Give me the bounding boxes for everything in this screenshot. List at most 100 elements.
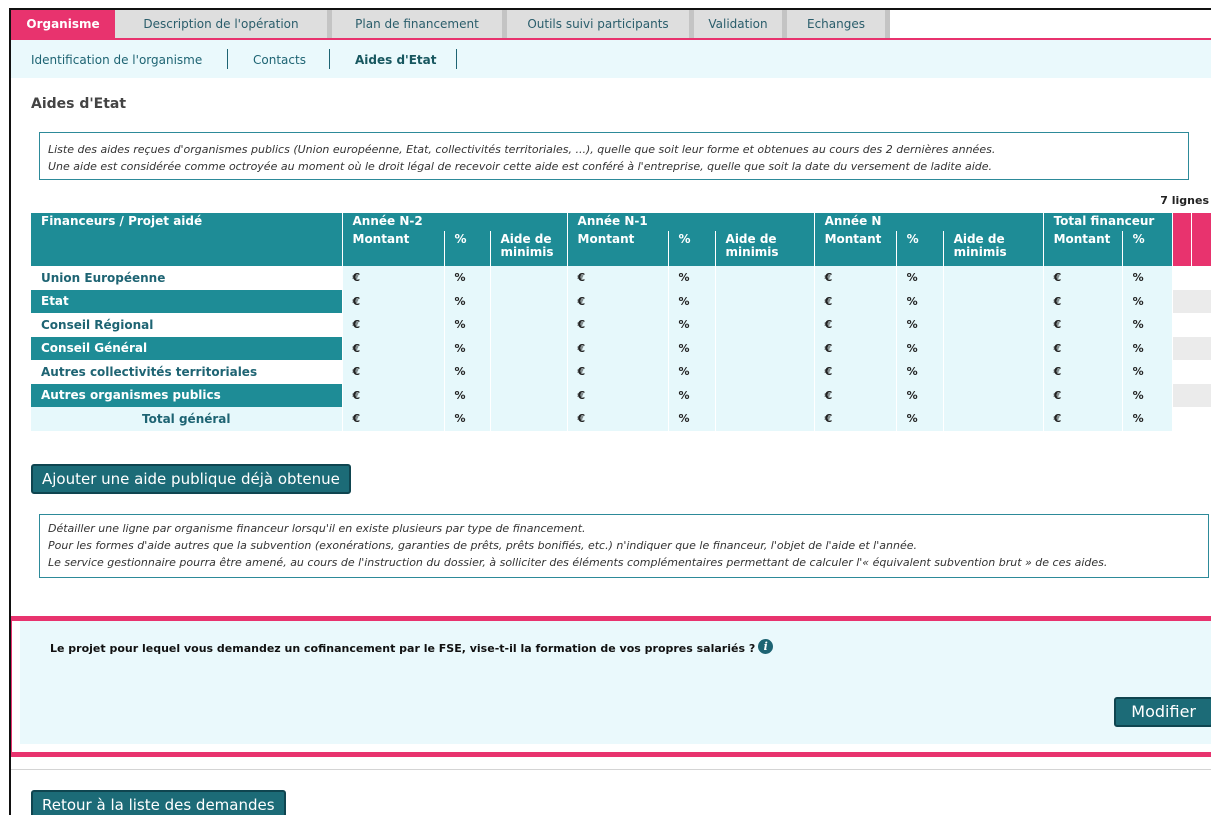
percent-cell[interactable]: % bbox=[668, 336, 716, 360]
amount-cell[interactable]: € bbox=[342, 336, 445, 360]
percent-cell[interactable]: % bbox=[668, 383, 716, 407]
percent-cell[interactable]: % bbox=[1122, 313, 1173, 337]
subnav-identification[interactable]: Identification de l'organisme bbox=[31, 50, 202, 70]
detail-line-2: Pour les formes d'aide autres que la sub… bbox=[48, 539, 917, 552]
minimis-cell[interactable] bbox=[943, 313, 1044, 337]
percent-cell[interactable]: % bbox=[896, 383, 944, 407]
minimis-cell[interactable] bbox=[943, 336, 1044, 360]
action-cell[interactable] bbox=[1172, 266, 1211, 290]
percent-cell[interactable]: % bbox=[896, 313, 944, 337]
action-cell[interactable] bbox=[1172, 289, 1211, 313]
fse-question-text: Le projet pour lequel vous demandez un c… bbox=[50, 642, 756, 655]
minimis-cell[interactable] bbox=[490, 336, 568, 360]
aid-table-body: Union Européenne €% €% €% €% Etat €% €% €% €% Cons… bbox=[31, 266, 1211, 431]
tab-organisme[interactable]: Organisme bbox=[11, 10, 115, 39]
percent-cell[interactable]: % bbox=[1122, 289, 1173, 313]
minimis-cell[interactable] bbox=[490, 313, 568, 337]
percent-cell[interactable]: % bbox=[1122, 360, 1173, 384]
percent-cell[interactable]: % bbox=[444, 383, 491, 407]
minimis-cell[interactable] bbox=[943, 360, 1044, 384]
percent-cell[interactable]: % bbox=[896, 407, 944, 431]
amount-cell[interactable]: € bbox=[567, 336, 669, 360]
minimis-cell[interactable] bbox=[715, 407, 815, 431]
minimis-cell[interactable] bbox=[490, 360, 568, 384]
back-to-requests-button[interactable]: Retour à la liste des demandes bbox=[31, 790, 286, 815]
amount-cell[interactable]: € bbox=[1043, 289, 1123, 313]
amount-cell[interactable]: € bbox=[814, 266, 897, 290]
percent-cell[interactable]: % bbox=[444, 313, 491, 337]
amount-cell[interactable]: € bbox=[1043, 383, 1123, 407]
amount-cell[interactable]: € bbox=[567, 407, 669, 431]
percent-cell[interactable]: % bbox=[1122, 336, 1173, 360]
amount-cell[interactable]: € bbox=[1043, 336, 1123, 360]
tab-outils-suivi[interactable]: Outils suivi participants bbox=[507, 10, 694, 39]
amount-cell[interactable]: € bbox=[567, 360, 669, 384]
amount-cell[interactable]: € bbox=[1043, 266, 1123, 290]
detail-line-3: Le service gestionnaire pourra être amen… bbox=[48, 556, 1108, 569]
action-cell[interactable] bbox=[1172, 336, 1211, 360]
amount-cell[interactable]: € bbox=[342, 383, 445, 407]
subnav-contacts[interactable]: Contacts bbox=[253, 50, 306, 70]
amount-cell[interactable]: € bbox=[814, 383, 897, 407]
minimis-cell[interactable] bbox=[943, 289, 1044, 313]
percent-cell[interactable]: % bbox=[668, 313, 716, 337]
percent-cell[interactable]: % bbox=[1122, 407, 1173, 431]
tab-description-operation[interactable]: Description de l'opération bbox=[115, 10, 332, 39]
amount-cell[interactable]: € bbox=[342, 313, 445, 337]
amount-cell[interactable]: € bbox=[342, 407, 445, 431]
amount-cell[interactable]: € bbox=[567, 266, 669, 290]
minimis-cell[interactable] bbox=[715, 336, 815, 360]
minimis-cell[interactable] bbox=[490, 383, 568, 407]
amount-cell[interactable]: € bbox=[1043, 313, 1123, 337]
minimis-cell[interactable] bbox=[715, 360, 815, 384]
amount-cell[interactable]: € bbox=[342, 360, 445, 384]
amount-cell[interactable]: € bbox=[1043, 360, 1123, 384]
percent-cell[interactable]: % bbox=[896, 360, 944, 384]
minimis-cell[interactable] bbox=[490, 407, 568, 431]
minimis-cell[interactable] bbox=[943, 266, 1044, 290]
percent-cell[interactable]: % bbox=[444, 360, 491, 384]
amount-cell[interactable]: € bbox=[814, 289, 897, 313]
action-cell[interactable] bbox=[1172, 313, 1211, 337]
amount-cell[interactable]: € bbox=[567, 383, 669, 407]
percent-cell[interactable]: % bbox=[668, 266, 716, 290]
percent-cell[interactable]: % bbox=[444, 407, 491, 431]
tab-validation[interactable]: Validation bbox=[694, 10, 787, 39]
action-cell[interactable] bbox=[1172, 360, 1211, 384]
tab-plan-financement[interactable]: Plan de financement bbox=[332, 10, 507, 39]
percent-cell[interactable]: % bbox=[444, 336, 491, 360]
percent-cell[interactable]: % bbox=[444, 289, 491, 313]
amount-cell[interactable]: € bbox=[342, 289, 445, 313]
percent-cell[interactable]: % bbox=[896, 289, 944, 313]
amount-cell[interactable]: € bbox=[814, 360, 897, 384]
minimis-cell[interactable] bbox=[490, 289, 568, 313]
amount-cell[interactable]: € bbox=[342, 266, 445, 290]
percent-cell[interactable]: % bbox=[896, 336, 944, 360]
percent-cell[interactable]: % bbox=[668, 360, 716, 384]
percent-cell[interactable]: % bbox=[668, 407, 716, 431]
modify-button[interactable]: Modifier bbox=[1114, 697, 1211, 727]
tab-echanges[interactable]: Echanges bbox=[787, 10, 890, 39]
amount-cell[interactable]: € bbox=[814, 407, 897, 431]
add-public-aid-button[interactable]: Ajouter une aide publique déjà obtenue bbox=[31, 464, 351, 494]
minimis-cell[interactable] bbox=[943, 383, 1044, 407]
percent-cell[interactable]: % bbox=[668, 289, 716, 313]
minimis-cell[interactable] bbox=[715, 266, 815, 290]
amount-cell[interactable]: € bbox=[814, 313, 897, 337]
percent-cell[interactable]: % bbox=[444, 266, 491, 290]
minimis-cell[interactable] bbox=[943, 407, 1044, 431]
percent-cell[interactable]: % bbox=[896, 266, 944, 290]
amount-cell[interactable]: € bbox=[1043, 407, 1123, 431]
minimis-cell[interactable] bbox=[715, 383, 815, 407]
action-cell[interactable] bbox=[1172, 383, 1211, 407]
amount-cell[interactable]: € bbox=[567, 289, 669, 313]
minimis-cell[interactable] bbox=[490, 266, 568, 290]
minimis-cell[interactable] bbox=[715, 289, 815, 313]
amount-cell[interactable]: € bbox=[814, 336, 897, 360]
minimis-cell[interactable] bbox=[715, 313, 815, 337]
subnav-aides-etat[interactable]: Aides d'Etat bbox=[355, 50, 436, 70]
percent-cell[interactable]: % bbox=[1122, 266, 1173, 290]
info-icon[interactable]: i bbox=[758, 639, 774, 654]
percent-cell[interactable]: % bbox=[1122, 383, 1173, 407]
amount-cell[interactable]: € bbox=[567, 313, 669, 337]
